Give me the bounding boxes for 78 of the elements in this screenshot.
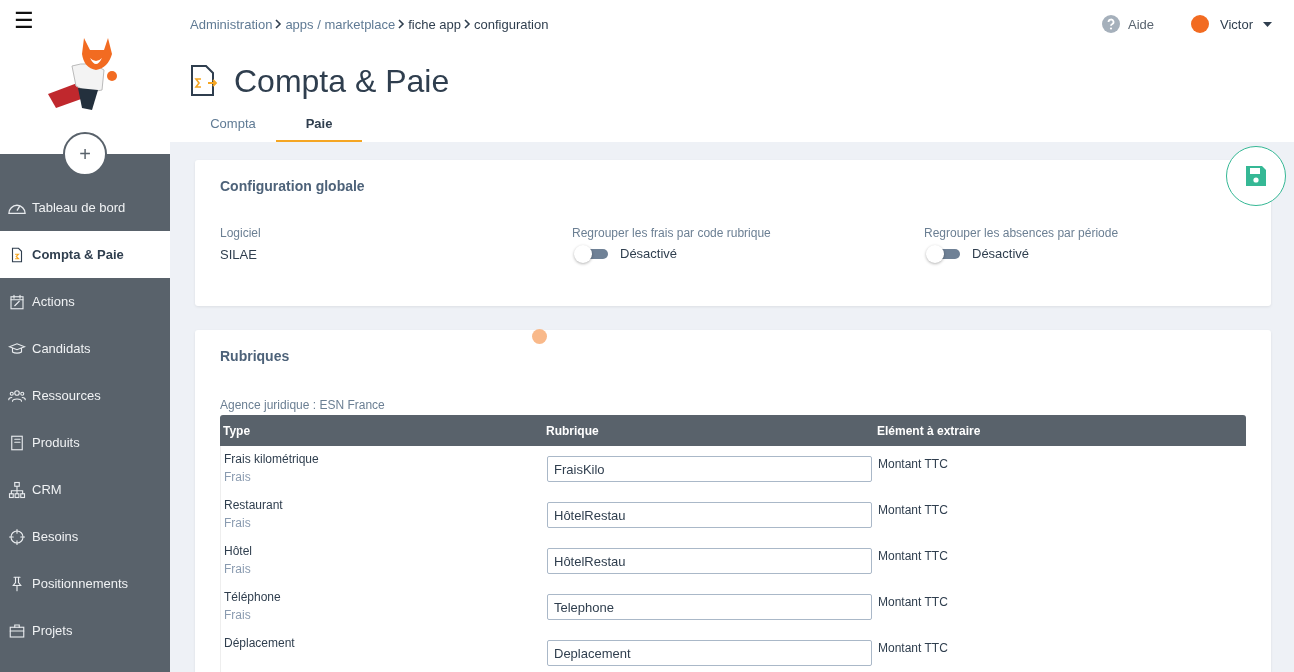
user-name: Victor — [1220, 16, 1253, 32]
sidebar-item[interactable]: Compta & Paie — [0, 231, 170, 278]
sidebar-item-label: Positionnements — [32, 576, 129, 591]
breadcrumb-link[interactable]: apps / marketplace — [285, 16, 396, 32]
toggle-label: Regrouper les absences par période — [924, 226, 1120, 240]
field-label: Logiciel — [220, 226, 262, 240]
chevron-right-icon — [464, 19, 471, 29]
column-header: Type — [223, 423, 252, 438]
rubrique-field[interactable]: Telephone — [547, 594, 872, 620]
sidebar-item[interactable]: Candidats — [0, 325, 170, 372]
rubrique-field[interactable]: HôtelRestau — [547, 548, 872, 574]
page-title: Compta & Paie — [234, 62, 450, 100]
breadcrumb-link[interactable]: Administration — [190, 16, 273, 32]
hierarchy-icon — [8, 480, 26, 499]
column-header: Elément à extraire — [877, 423, 982, 438]
sidebar-item-label: Tableau de bord — [32, 200, 126, 215]
element-cell-text: Montant TTC — [878, 641, 949, 657]
toggle-state: Désactivé — [972, 246, 1030, 261]
element-cell-text: Montant TTC — [878, 549, 949, 565]
avatar-icon — [1190, 14, 1210, 34]
element-cell-text: Montant TTC — [878, 503, 949, 519]
column-header: Rubrique — [546, 423, 600, 438]
card-title: Configuration globale — [220, 178, 366, 194]
sidebar-item[interactable]: Actions — [0, 278, 170, 325]
type-name: Téléphone — [224, 590, 282, 604]
rubrique-field[interactable]: FraisKilo — [547, 456, 872, 482]
sidebar-item[interactable]: Positionnements — [0, 560, 170, 607]
tab[interactable]: Paie — [276, 106, 362, 142]
type-name: Hôtel — [224, 544, 253, 558]
sidebar-item-label: CRM — [32, 482, 62, 497]
sidebar-item-label: Projets — [32, 623, 73, 638]
rubrique-field[interactable]: Deplacement — [547, 640, 872, 666]
breadcrumb-text: configuration — [474, 16, 549, 32]
sidebar-item[interactable]: CRM — [0, 466, 170, 513]
sidebar-item[interactable]: Ressources — [0, 372, 170, 419]
sidebar-item-label: Ressources — [32, 388, 101, 403]
card-title: Rubriques — [220, 348, 291, 364]
caret-icon — [1263, 21, 1272, 27]
toggle-label: Regrouper les frais par code rubrique — [572, 226, 772, 240]
sidebar-item-label: Compta & Paie — [32, 247, 124, 262]
add-button[interactable]: + — [63, 132, 107, 176]
sidebar-item[interactable]: Besoins — [0, 513, 170, 560]
calendar-icon — [8, 292, 26, 311]
sidebar-item-label: Besoins — [32, 529, 79, 544]
sidebar-item-label: Produits — [32, 435, 80, 450]
briefcase-icon — [8, 621, 26, 640]
type-category: Frais — [224, 562, 252, 576]
help-link[interactable]: Aide — [1101, 15, 1154, 33]
sidebar-item-label: Actions — [32, 294, 75, 309]
element-cell-text: Montant TTC — [878, 595, 949, 611]
help-icon — [1101, 15, 1120, 33]
help-label: Aide — [1127, 16, 1154, 32]
save-button[interactable] — [1226, 146, 1286, 206]
chevron-right-icon — [398, 19, 406, 29]
menu-button[interactable]: ☰ — [14, 10, 34, 32]
agency-label: Agence juridique : ESN France — [220, 398, 386, 412]
book-icon — [8, 433, 26, 452]
document-sum-icon — [190, 65, 218, 97]
user-menu[interactable]: Victor — [1184, 13, 1278, 35]
toggle-state: Désactivé — [620, 246, 678, 261]
field-value: SILAE — [220, 247, 258, 262]
save-icon — [1244, 164, 1268, 188]
rubrique-field[interactable]: HôtelRestau — [547, 502, 872, 528]
chevron-right-icon — [275, 19, 283, 29]
type-name: Restaurant — [224, 498, 284, 512]
tab[interactable]: Compta — [190, 106, 276, 142]
crosshair-icon — [8, 527, 26, 546]
element-cell-text: Montant TTC — [878, 457, 949, 473]
type-name: Frais kilométrique — [224, 452, 320, 466]
type-category: Frais — [224, 608, 252, 622]
type-category: Frais — [224, 470, 252, 484]
sidebar-item[interactable]: Produits — [0, 419, 170, 466]
breadcrumb-text: fiche app — [408, 16, 461, 32]
sidebar-item[interactable]: Projets — [0, 607, 170, 654]
sidebar-item[interactable]: Tableau de bord — [0, 184, 170, 231]
sidebar-item-label: Candidats — [32, 341, 91, 356]
type-name: Déplacement — [224, 636, 296, 650]
type-category: Frais — [224, 516, 252, 530]
